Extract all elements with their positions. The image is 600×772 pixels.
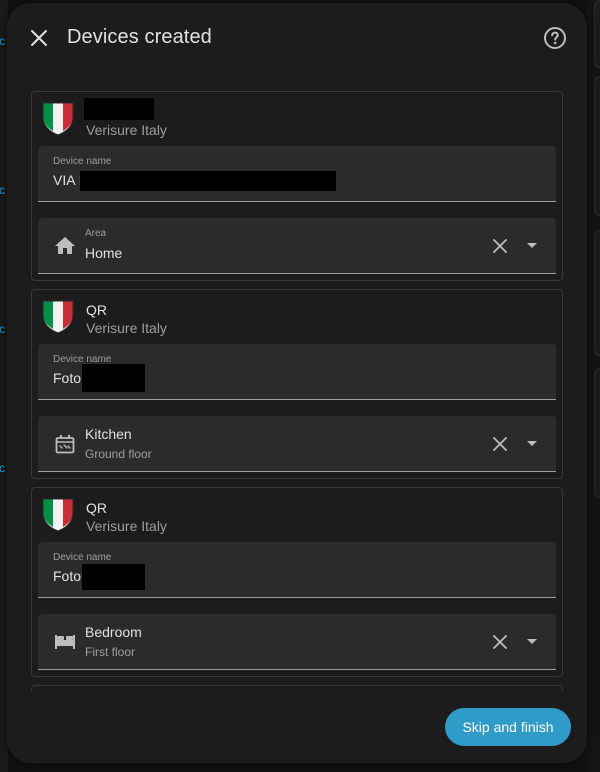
device-card: QR Verisure Italy Device name Foto (31, 289, 563, 479)
device-name-value: VIA I (53, 172, 83, 188)
help-button[interactable] (542, 25, 568, 51)
area-picker[interactable]: Area Home (38, 218, 556, 274)
background-page-right (586, 0, 600, 772)
verisure-italy-shield-icon (42, 300, 74, 334)
device-name-label: Device name (53, 156, 112, 167)
background-link-fragment: c (0, 34, 5, 48)
area-picker[interactable]: Kitchen Ground floor (38, 416, 556, 472)
home-icon (53, 234, 77, 258)
background-card-edge (594, 368, 600, 498)
device-header: QR Verisure Italy (42, 496, 542, 536)
background-link-fragment: c (0, 461, 5, 475)
dialog-header: Devices created (7, 3, 587, 73)
device-name-label: Device name (53, 552, 112, 563)
area-label: Area (85, 228, 107, 239)
device-name-field[interactable]: Device name VIA I (38, 146, 556, 202)
area-floor: First floor (85, 645, 136, 659)
device-list: Verisure Italy Device name VIA I Area Ho… (31, 91, 563, 691)
area-value: Home (85, 245, 123, 261)
area-picker[interactable]: Bedroom First floor (38, 614, 556, 670)
device-card: QR Verisure Italy Device name Foto (31, 487, 563, 677)
close-button[interactable] (25, 24, 53, 52)
device-model: QR (86, 302, 107, 318)
dialog-title: Devices created (67, 26, 212, 48)
device-manufacturer: Verisure Italy (86, 122, 167, 138)
device-manufacturer: Verisure Italy (86, 320, 167, 336)
menu-down-icon (527, 243, 537, 248)
background-card-edge (594, 0, 600, 68)
area-dropdown-button[interactable] (520, 432, 544, 456)
device-manufacturer: Verisure Italy (86, 518, 167, 534)
area-dropdown-button[interactable] (520, 234, 544, 258)
close-icon (493, 437, 507, 451)
background-card-edge (594, 76, 600, 216)
device-card: Verisure Italy Device name VIA I Area Ho… (31, 91, 563, 281)
device-name-value: Foto (53, 568, 82, 584)
device-model: QR (86, 500, 107, 516)
verisure-italy-shield-icon (42, 498, 74, 532)
redaction-box (80, 171, 336, 191)
area-dropdown-button[interactable] (520, 630, 544, 654)
device-header: QR Verisure Italy (42, 298, 542, 338)
verisure-italy-shield-icon (42, 102, 74, 136)
clear-area-button[interactable] (488, 234, 512, 258)
redaction-box (82, 564, 145, 590)
stove-icon (53, 432, 77, 456)
device-header: Verisure Italy (42, 98, 542, 140)
close-icon (31, 30, 47, 46)
clear-area-button[interactable] (488, 432, 512, 456)
background-link-fragment: c (0, 183, 5, 197)
device-name-value: Foto (53, 370, 82, 386)
redaction-box (82, 364, 145, 392)
device-name-field[interactable]: Device name Foto (38, 542, 556, 598)
dialog-footer: Skip and finish (7, 691, 587, 763)
skip-and-finish-button[interactable]: Skip and finish (445, 708, 571, 746)
device-model-redacted (84, 98, 154, 120)
close-icon (493, 239, 507, 253)
clear-area-button[interactable] (488, 630, 512, 654)
menu-down-icon (527, 441, 537, 446)
area-value: Bedroom (85, 624, 142, 640)
device-name-field[interactable]: Device name Foto (38, 344, 556, 400)
close-icon (493, 635, 507, 649)
help-circle-icon (544, 27, 566, 49)
background-card-edge (594, 230, 600, 356)
background-link-fragment: c (0, 322, 5, 336)
area-value: Kitchen (85, 426, 132, 442)
area-floor: Ground floor (85, 447, 152, 461)
bed-icon (53, 630, 77, 654)
menu-down-icon (527, 639, 537, 644)
devices-created-dialog: Devices created Verisure Italy Device na… (7, 3, 587, 763)
